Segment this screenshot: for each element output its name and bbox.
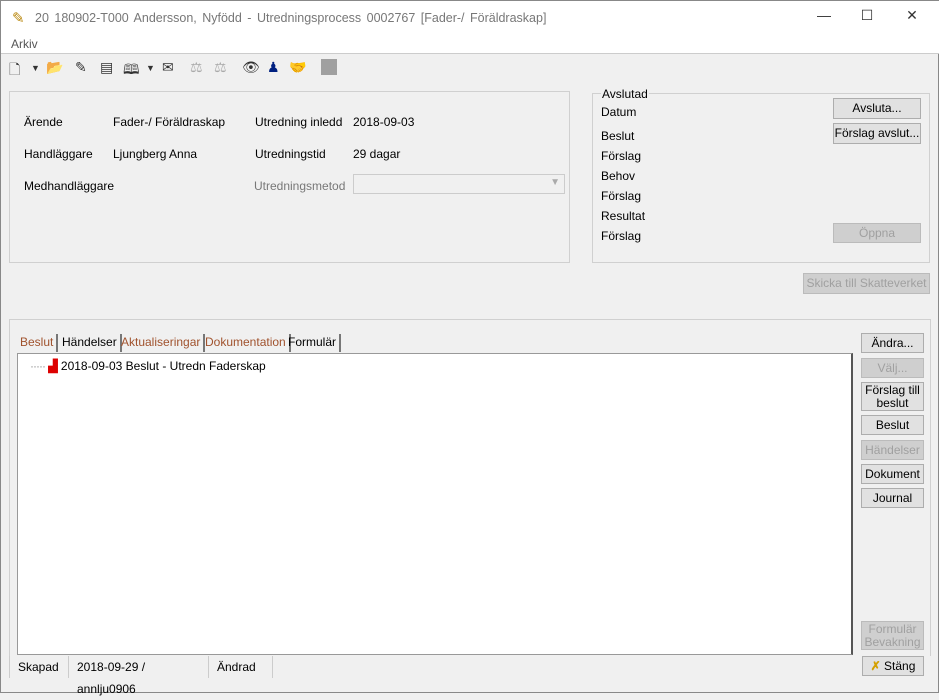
avslutad-group: Avslutad Datum Beslut Förslag Behov Förs… (592, 87, 930, 263)
person-icon[interactable]: ♟ (267, 59, 280, 76)
tab-beslut[interactable]: Beslut (17, 334, 59, 352)
handelser-button[interactable]: Händelser (861, 440, 924, 460)
metod-label: Utredningsmetod (254, 179, 346, 193)
tab-dokumentation[interactable]: Dokumentation (202, 334, 291, 352)
gavel-icon: ▟ (48, 359, 58, 373)
tab-aktualiseringar[interactable]: Aktualiseringar (118, 334, 206, 352)
avsluta-button[interactable]: Avsluta... (833, 98, 921, 119)
chevron-down-icon: ▼ (550, 177, 560, 188)
handshake-icon[interactable]: 🤝 (289, 59, 306, 76)
toolbar: 🗋 ▼ 📂 ✎ ▤ 🕮 ▼ ✉ ⚖ ⚖ 👁 ♟ 🤝 (1, 55, 939, 81)
label: Bevakning (864, 635, 921, 649)
skicka-skatteverket-button[interactable]: Skicka till Skatteverket (803, 273, 930, 294)
utredningsmetod-select[interactable]: ▼ (353, 174, 565, 194)
forslag-till-beslut-button[interactable]: Förslag till beslut (861, 382, 924, 411)
label: beslut (876, 396, 909, 410)
medhandlaggare-label: Medhandläggare (24, 179, 115, 193)
dokument-button[interactable]: Dokument (861, 464, 924, 484)
andra-button[interactable]: Ändra... (861, 333, 924, 353)
app-icon: ✎ (12, 10, 25, 27)
close-window-button[interactable]: ✕ (897, 7, 927, 29)
tab-formular[interactable]: Formulär (285, 334, 342, 352)
valj-button[interactable]: Välj... (861, 358, 924, 378)
label: Förslag till (865, 383, 920, 397)
journal-button[interactable]: Journal (861, 488, 924, 508)
eye-icon[interactable]: 👁 (242, 59, 260, 76)
tid-value: 29 dagar (353, 147, 401, 161)
scale-icon: ⚖ (190, 59, 203, 75)
inledd-value: 2018-09-03 (353, 115, 415, 129)
list-item[interactable]: ····· ▟ 2018-09-03 Beslut - Utredn Fader… (30, 359, 266, 373)
beslut-label: Beslut (601, 129, 635, 143)
item-date: 2018-09-03 (60, 359, 123, 373)
label: Stäng (884, 659, 916, 673)
menu-arkiv[interactable]: Arkiv (11, 37, 38, 51)
label: Formulär (868, 622, 917, 636)
tab-handelser[interactable]: Händelser (59, 334, 122, 352)
arende-label: Ärende (24, 115, 63, 129)
forslag-label: Förslag (601, 229, 642, 243)
edit-icon[interactable]: ✎ (75, 59, 87, 76)
item-text: Beslut - Utredn Faderskap (125, 359, 266, 373)
skapad-value: 2018-09-29 / annlju0906 (69, 656, 209, 696)
minimize-button[interactable]: — (809, 7, 839, 29)
book-icon[interactable]: 🕮 (123, 59, 140, 83)
close-icon: ✗ (870, 659, 881, 673)
behov-label: Behov (601, 169, 636, 183)
maximize-button[interactable]: ☐ (852, 7, 882, 29)
dropdown-icon[interactable]: ▼ (146, 63, 155, 73)
window-title: 20 180902-T000 Andersson, Nyfödd - Utred… (35, 11, 547, 25)
skapad-label: Skapad (9, 656, 69, 678)
avslutad-title: Avslutad (601, 87, 649, 101)
scale-icon: ⚖ (214, 59, 227, 75)
datum-label: Datum (601, 105, 637, 119)
title-bar: ✎ 20 180902-T000 Andersson, Nyfödd - Utr… (1, 1, 939, 35)
forslag-avslut-button[interactable]: Förslag avslut... (833, 123, 921, 144)
andrad-label: Ändrad (209, 656, 273, 678)
new-document-icon[interactable]: 🗋 (9, 59, 20, 83)
info-panel: Ärende Fader-/ Föräldraskap Handläggare … (9, 91, 570, 263)
stang-button[interactable]: ✗ Stäng (862, 656, 924, 676)
formular-bevakning-button[interactable]: Formulär Bevakning (861, 621, 924, 650)
forslag-label: Förslag (601, 149, 642, 163)
resultat-label: Resultat (601, 209, 646, 223)
handlaggare-label: Handläggare (24, 147, 93, 161)
document-icon[interactable]: ▤ (100, 59, 113, 76)
oppna-button[interactable]: Öppna (833, 223, 921, 243)
forslag-label: Förslag (601, 189, 642, 203)
handlaggare-value: Ljungberg Anna (113, 147, 198, 161)
dropdown-icon[interactable]: ▼ (31, 63, 40, 73)
gray-box-icon[interactable] (321, 59, 337, 75)
open-folder-icon[interactable]: 📂 (46, 59, 63, 76)
beslut-tree: ····· ▟ 2018-09-03 Beslut - Utredn Fader… (17, 353, 853, 655)
tid-label: Utredningstid (255, 147, 326, 161)
inledd-label: Utredning inledd (255, 115, 343, 129)
mail-icon[interactable]: ✉ (162, 59, 174, 76)
beslut-button[interactable]: Beslut (861, 415, 924, 435)
menu-bar: Arkiv (1, 35, 939, 54)
arende-value: Fader-/ Föräldraskap (113, 115, 226, 129)
